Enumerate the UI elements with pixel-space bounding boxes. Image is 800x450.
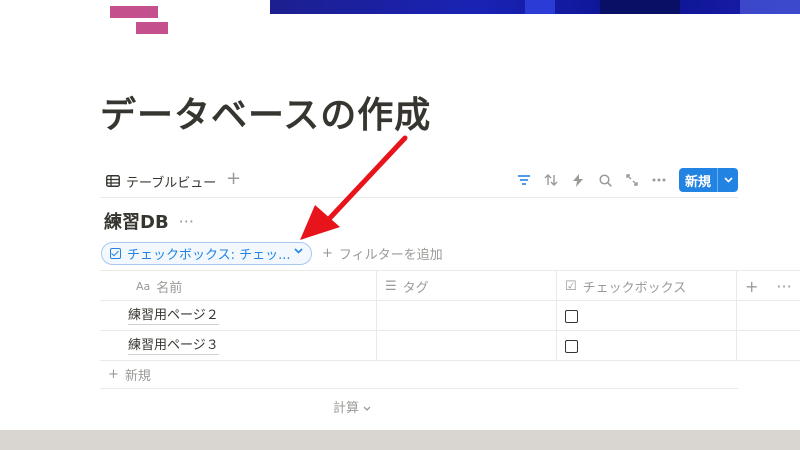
annotation-arrow-icon (300, 135, 408, 240)
